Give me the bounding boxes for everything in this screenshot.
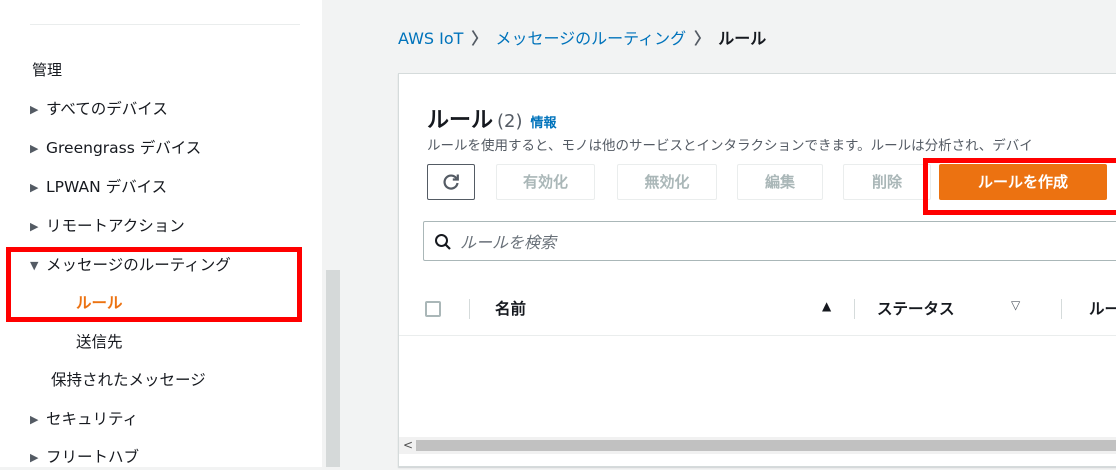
sidebar-item-lpwan[interactable]: ▶ LPWAN デバイス xyxy=(30,175,167,199)
breadcrumb-aws-iot[interactable]: AWS IoT xyxy=(398,29,463,48)
refresh-icon xyxy=(443,174,459,190)
search-icon xyxy=(435,234,451,250)
chevron-right-icon: 〉 xyxy=(471,29,488,48)
sidebar-item-all-devices[interactable]: ▶ すべてのデバイス xyxy=(30,97,168,121)
scrollbar-thumb[interactable] xyxy=(326,270,340,467)
breadcrumb-message-routing[interactable]: メッセージのルーティング xyxy=(495,29,686,48)
search-field[interactable] xyxy=(423,221,1116,261)
rules-panel: ルール (2) 情報 ルールを使用すると、モノは他のサービスとインタラクションできま… xyxy=(398,73,1116,467)
sort-descending-icon[interactable]: ▽ xyxy=(1011,298,1020,312)
table-header: 名前 ▲ ステータス ▽ ルー xyxy=(399,283,1116,336)
rule-count: (2) xyxy=(497,111,523,132)
sidebar-heading-manage: 管理 xyxy=(32,61,63,79)
sidebar-item-fleet-hub[interactable]: ▶ フリートハブ xyxy=(30,445,139,469)
edit-button[interactable]: 編集 xyxy=(737,164,823,200)
panel-description: ルールを使用すると、モノは他のサービスとインタラクションできます。ルールは分析さ… xyxy=(427,138,1033,154)
breadcrumb: AWS IoT 〉メッセージのルーティング〉ルール xyxy=(398,26,766,52)
scrollbar-thumb[interactable] xyxy=(416,440,1116,451)
page-title: ルール (2) 情報 xyxy=(427,102,557,134)
refresh-button[interactable] xyxy=(427,164,475,200)
caret-right-icon: ▶ xyxy=(30,451,39,464)
column-divider xyxy=(469,299,470,319)
caret-right-icon: ▶ xyxy=(30,220,39,233)
column-header-status[interactable]: ステータス xyxy=(877,297,955,319)
enable-button[interactable]: 有効化 xyxy=(496,164,595,200)
delete-button[interactable]: 削除 xyxy=(843,164,931,200)
horizontal-scrollbar[interactable]: < xyxy=(399,437,1116,454)
sidebar-item-label: LPWAN デバイス xyxy=(46,178,168,196)
column-header-name[interactable]: 名前 xyxy=(495,297,526,319)
sidebar-subitem-rules[interactable]: ルール xyxy=(76,291,123,315)
sidebar-item-label: リモートアクション xyxy=(46,217,185,235)
sidebar-item-message-routing[interactable]: ▼ メッセージのルーティング xyxy=(30,253,231,277)
sidebar: 管理 ▶ すべてのデバイス ▶ Greengrass デバイス ▶ LPWAN デバイ… xyxy=(0,0,322,467)
sidebar-divider xyxy=(30,24,300,25)
sidebar-item-label: Greengrass デバイス xyxy=(46,139,202,157)
caret-right-icon: ▶ xyxy=(30,103,39,116)
sidebar-item-label: メッセージのルーティング xyxy=(46,256,231,274)
sidebar-item-greengrass[interactable]: ▶ Greengrass デバイス xyxy=(30,136,201,160)
column-header-rule[interactable]: ルー xyxy=(1089,297,1116,319)
info-link[interactable]: 情報 xyxy=(531,116,557,131)
sidebar-item-retained-messages[interactable]: 保持されたメッセージ xyxy=(51,368,206,392)
caret-down-icon: ▼ xyxy=(30,259,39,272)
caret-right-icon: ▶ xyxy=(30,142,39,155)
disable-button[interactable]: 無効化 xyxy=(617,164,717,200)
scroll-left-icon[interactable]: < xyxy=(401,437,415,454)
panel-title-text: ルール xyxy=(427,108,494,133)
column-divider xyxy=(1061,299,1062,319)
create-rule-button[interactable]: ルールを作成 xyxy=(939,164,1107,200)
sidebar-scrollbar[interactable] xyxy=(322,0,344,467)
chevron-right-icon: 〉 xyxy=(694,29,711,48)
sidebar-item-security[interactable]: ▶ セキュリティ xyxy=(30,407,138,431)
search-input[interactable] xyxy=(458,228,1062,256)
caret-right-icon: ▶ xyxy=(30,413,39,426)
breadcrumb-current-rules: ルール xyxy=(718,29,767,48)
sidebar-item-label: フリートハブ xyxy=(46,448,140,466)
sidebar-subitem-destinations[interactable]: 送信先 xyxy=(76,330,123,354)
sidebar-item-label: すべてのデバイス xyxy=(46,100,168,118)
select-all-checkbox[interactable] xyxy=(425,301,441,317)
column-divider xyxy=(854,299,855,319)
sidebar-item-remote-actions[interactable]: ▶ リモートアクション xyxy=(30,214,185,238)
caret-right-icon: ▶ xyxy=(30,181,39,194)
sidebar-item-label: セキュリティ xyxy=(46,410,139,428)
sort-ascending-icon[interactable]: ▲ xyxy=(822,299,831,313)
